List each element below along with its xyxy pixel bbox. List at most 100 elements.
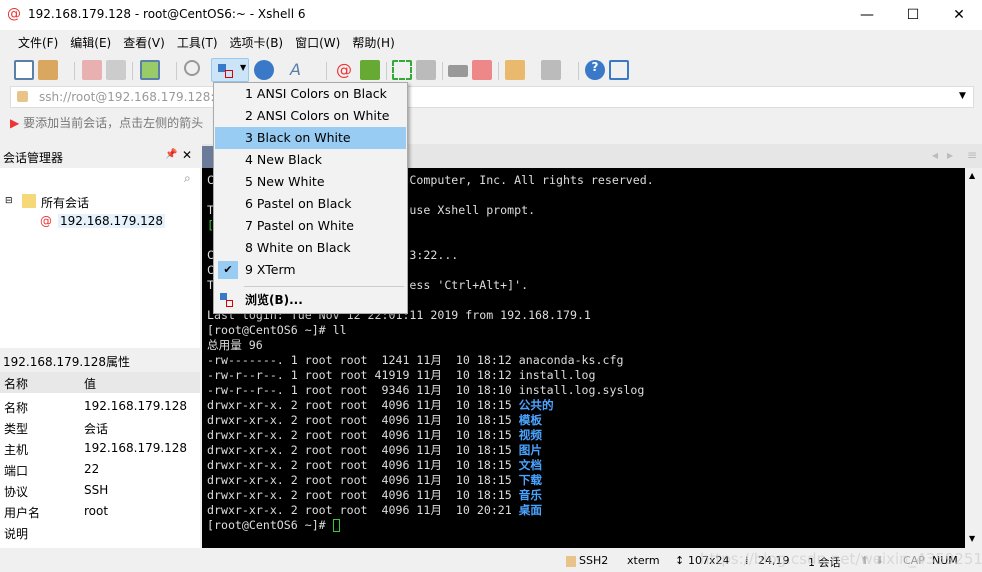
menu-item-scheme[interactable]: 4 New Black [215,149,406,171]
watermark: https://blog.csdn.net/weixin_43592512 [700,550,982,568]
status-protocol: SSH2 [579,554,609,567]
scroll-up-icon[interactable]: ▲ [969,171,975,180]
terminal-line: -rw-------. 1 root root 1241 11月 10 18:1… [207,353,624,367]
layout-icon[interactable] [541,60,561,80]
open-folder-icon[interactable] [38,60,58,80]
search-icon[interactable] [184,60,200,76]
cursor [332,519,340,532]
menu-tab[interactable]: 选项卡(B) [224,30,290,55]
tab-list-icon[interactable]: ≡ [967,148,977,162]
disconnect-icon[interactable] [106,60,126,80]
address-input[interactable]: ssh://root@192.168.179.128:2 [39,90,222,104]
xshell-logo-icon: @ [7,6,21,22]
menu-window[interactable]: 窗口(W) [289,30,346,55]
keyboard-icon[interactable] [448,65,468,77]
maximize-button[interactable]: ☐ [890,0,936,30]
menu-item-xterm[interactable]: ✔ 9 XTerm [215,259,406,281]
menu-item-scheme[interactable]: 7 Pastel on White [215,215,406,237]
color-scheme-button[interactable]: ▼ [211,58,249,82]
menu-item-browse[interactable]: 浏览(B)... [215,289,406,311]
terminal-line: drwxr-xr-x. 2 root root 4096 11月 10 18:1… [207,473,965,488]
file-info: drwxr-xr-x. 2 root root 4096 11月 10 18:1… [207,458,519,472]
tab-next-icon[interactable]: ▸ [947,148,953,162]
help-icon[interactable]: ? [585,60,605,80]
menu-file[interactable]: 文件(F) [12,30,64,55]
font-icon[interactable]: A [290,60,310,80]
session-icon: @ [40,214,52,228]
directory-name: 音乐 [518,488,542,502]
fullscreen-icon[interactable] [392,60,412,80]
table-row: 类型 会话 [4,422,109,436]
chevron-down-icon[interactable]: ▼ [959,91,966,101]
tree-item-all-sessions[interactable]: 所有会话 [41,194,89,211]
terminal-line: [root@CentOS6 ~]# ll [207,323,347,337]
menu-bar: 文件(F) 编辑(E) 查看(V) 工具(T) 选项卡(B) 窗口(W) 帮助(H) [0,30,982,54]
terminal-scrollbar[interactable]: ▲ ▼ [965,168,982,548]
add-session-arrow-icon[interactable]: ▶ [10,116,19,130]
xshell-icon[interactable]: @ [336,60,356,80]
menu-item-scheme[interactable]: 8 White on Black [215,237,406,259]
color-scheme-icon [220,293,227,300]
window-title: 192.168.179.128 - root@CentOS6:~ - Xshel… [28,7,306,21]
file-info: drwxr-xr-x. 2 root root 4096 11月 10 18:1… [207,488,519,502]
table-row: 名称 192.168.179.128 [4,399,188,415]
pin-icon[interactable]: 📌 [165,149,177,160]
properties-icon[interactable] [140,60,160,80]
table-row: 主机 192.168.179.128 [4,441,188,457]
globe-icon[interactable] [254,60,274,80]
tree-item-session[interactable]: 192.168.179.128 [58,214,166,228]
terminal-line: -rw-r--r--. 1 root root 41919 11月 10 18:… [207,368,596,382]
menu-edit[interactable]: 编辑(E) [64,30,117,55]
terminal-line: drwxr-xr-x. 2 root root 4096 11月 10 18:1… [207,458,965,473]
session-search-input[interactable]: ⌕ [0,168,200,190]
menu-tools[interactable]: 工具(T) [171,30,224,55]
directory-name: 公共的 [518,398,554,412]
tab-prev-icon[interactable]: ◂ [932,148,938,162]
menu-view[interactable]: 查看(V) [117,30,171,55]
lock-icon[interactable] [416,60,436,80]
terminal-line: drwxr-xr-x. 2 root root 4096 11月 10 18:1… [207,428,965,443]
prompt-text: [root@CentOS6 ~]# [207,518,333,532]
session-tree: ⊟ 所有会话 @ 192.168.179.128 [0,190,200,348]
terminal-line: drwxr-xr-x. 2 root root 4096 11月 10 18:1… [207,443,965,458]
status-bar: SSH2 xterm ↕ 107x24 ⁞ 24,19 1 会话 ⬆ ⬇ CAP… [0,550,982,572]
directory-name: 文档 [518,458,542,472]
chevron-down-icon: ▼ [240,63,247,72]
xftp-icon[interactable] [360,60,380,80]
highlight-icon[interactable] [472,60,492,80]
address-bar[interactable]: ssh://root@192.168.179.128:2 ▼ [10,86,974,108]
table-header: 名称值 [0,372,200,393]
session-manager-header: 会话管理器 📌 ✕ [0,146,200,166]
menu-divider [244,286,404,287]
table-row: 协议 SSH [4,483,109,499]
directory-name: 桌面 [518,503,542,517]
menu-item-scheme[interactable]: 2 ANSI Colors on White [215,105,406,127]
menu-item-scheme[interactable]: 1 ANSI Colors on Black [215,83,406,105]
folder-icon [22,194,36,208]
new-tab-icon[interactable] [505,60,525,80]
search-icon[interactable]: ⌕ [184,171,191,186]
file-info: drwxr-xr-x. 2 root root 4096 11月 10 18:1… [207,428,519,442]
menu-item-scheme[interactable]: 3 Black on White [215,127,406,149]
file-info: drwxr-xr-x. 2 root root 4096 11月 10 18:1… [207,473,519,487]
terminal-line: drwxr-xr-x. 2 root root 4096 11月 10 18:1… [207,413,965,428]
scroll-down-icon[interactable]: ▼ [969,534,975,543]
close-panel-icon[interactable]: ✕ [182,148,192,162]
table-row: 用户名 root [4,504,109,520]
session-hint: ▶ 要添加当前会话，点击左侧的箭头 [10,116,204,130]
menu-help[interactable]: 帮助(H) [346,30,400,55]
terminal-line: 总用量 96 [207,338,263,352]
menu-item-scheme[interactable]: 6 Pastel on Black [215,193,406,215]
size-icon: ↕ [675,554,685,567]
collapse-icon[interactable]: ⊟ [5,196,13,206]
directory-name: 视频 [518,428,542,442]
chat-icon[interactable] [609,60,629,80]
connect-icon[interactable] [82,60,102,80]
lock-icon [17,91,28,102]
close-button[interactable]: ✕ [936,0,982,30]
new-session-icon[interactable] [14,60,34,80]
minimize-button[interactable]: — [844,0,890,30]
file-info: drwxr-xr-x. 2 root root 4096 11月 10 18:1… [207,443,519,457]
terminal-line: drwxr-xr-x. 2 root root 4096 11月 10 20:2… [207,503,965,518]
menu-item-scheme[interactable]: 5 New White [215,171,406,193]
